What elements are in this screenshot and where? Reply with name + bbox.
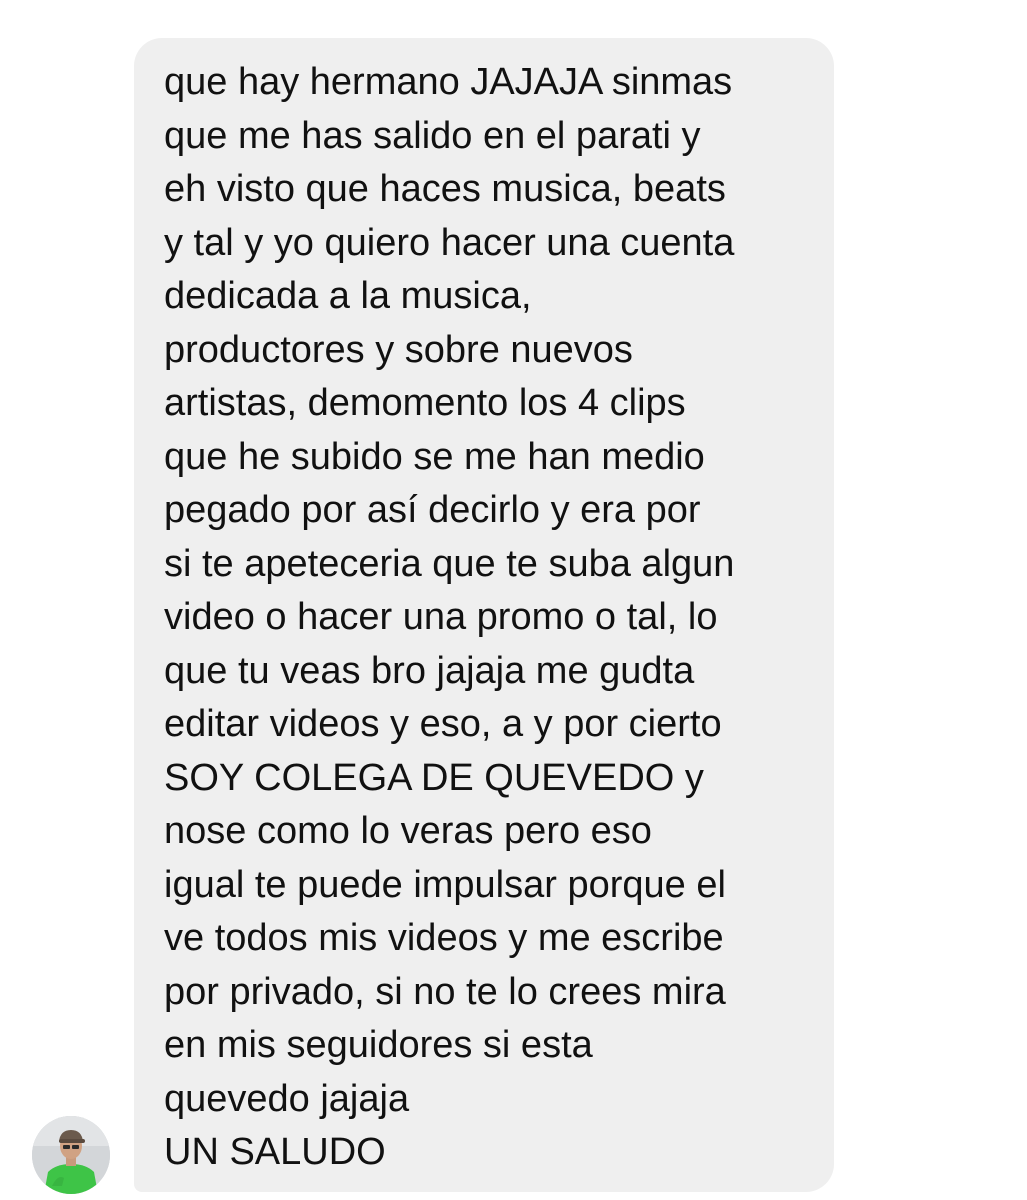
message-line: eh visto que haces musica, beats [164, 168, 726, 210]
message-line: que he subido se me han medio [164, 435, 705, 478]
message-line: artistas, demomento los 4 clips [164, 382, 686, 424]
message-line: que hay hermano JAJAJA sinmas [164, 61, 733, 103]
message-line: nose como lo veras pero eso [164, 810, 652, 852]
message-line: en mis seguidores si esta [164, 1024, 593, 1066]
message-line: UN SALUDO [164, 1131, 386, 1173]
message-line: productores y sobre nuevos [164, 328, 633, 371]
message-line: ve todos mis videos y me escribe [164, 917, 724, 959]
message-line: que tu veas bro jajaja me gudta [164, 649, 695, 692]
message-line: que me has salido en el parati y [164, 114, 701, 157]
message-line: SOY COLEGA DE QUEVEDO y [164, 756, 704, 799]
message-line: por privado, si no te lo crees mira [164, 970, 726, 1013]
message-line: video o hacer una promo o tal, lo [164, 596, 718, 638]
message-line: y tal y yo quiero hacer una cuenta [164, 221, 735, 264]
message-line: igual te puede impulsar porque el [164, 863, 726, 906]
user-avatar-icon [32, 1116, 110, 1194]
message-line: quevedo jajaja [164, 1077, 410, 1120]
message-line: editar videos y eso, a y por cierto [164, 703, 722, 745]
sender-avatar[interactable] [32, 1116, 110, 1194]
chat-thread: que hay hermano JAJAJA sinmas que me has… [0, 0, 1027, 1200]
message-line: pegado por así decirlo y era por [164, 489, 701, 531]
message-bubble[interactable]: que hay hermano JAJAJA sinmas que me has… [134, 38, 834, 1192]
message-line: si te apeteceria que te suba algun [164, 542, 735, 585]
message-line: dedicada a la musica, [164, 275, 532, 317]
